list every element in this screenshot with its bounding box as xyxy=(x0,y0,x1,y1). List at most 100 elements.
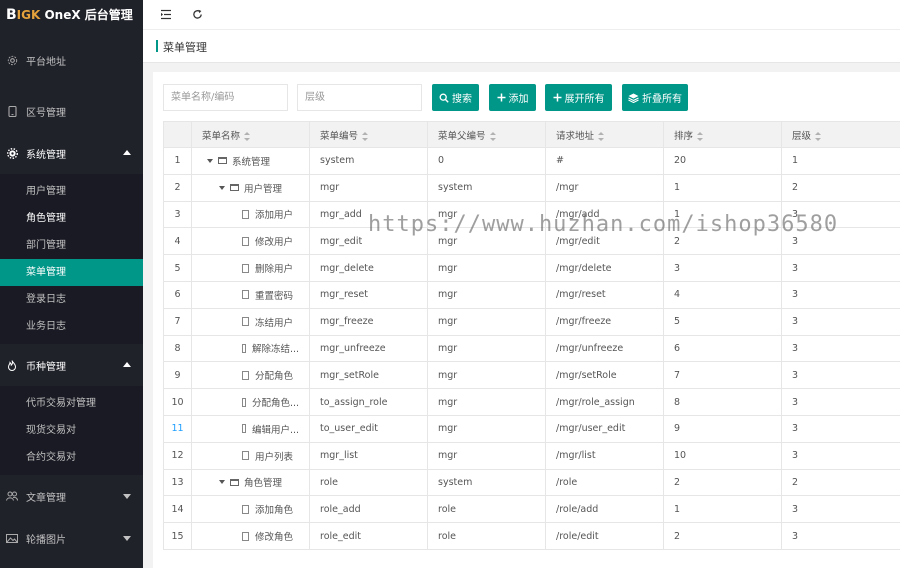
menu-name-cell: 添加用户 xyxy=(191,200,310,229)
sub-item-login-log[interactable]: 登录日志 xyxy=(0,286,143,313)
menu-name-cell: 冻结用户 xyxy=(191,307,310,336)
menu-name-input[interactable]: 菜单名称/编码 xyxy=(163,84,288,111)
header-menu-name[interactable]: 菜单名称 xyxy=(191,121,310,148)
nav-label: 系统管理 xyxy=(26,149,66,161)
row-index: 14 xyxy=(163,495,192,524)
sub-item-token-pair[interactable]: 代币交易对管理 xyxy=(0,390,143,417)
menu-name-cell: 用户管理 xyxy=(191,173,310,202)
sort-icon[interactable] xyxy=(815,131,822,141)
layers-icon xyxy=(628,93,639,103)
table-row[interactable]: 13 角色管理 role system/role 2 2 xyxy=(163,468,900,497)
sort-order: 8 xyxy=(663,388,782,416)
sub-item-user-management[interactable]: 用户管理 xyxy=(0,178,143,205)
menu-name: 角色管理 xyxy=(244,478,283,490)
sort-order: 2 xyxy=(663,227,782,256)
header-level[interactable]: 层级 xyxy=(781,121,900,148)
expand-all-button[interactable]: 展开所有 xyxy=(545,84,612,111)
sort-icon[interactable] xyxy=(362,131,369,141)
menu-code: mgr_freeze xyxy=(309,307,428,336)
nav-carousel-images[interactable]: 轮播图片 xyxy=(0,517,143,559)
menu-name: 系统管理 xyxy=(232,156,271,168)
menu-level: 3 xyxy=(781,227,900,256)
add-button[interactable]: 添加 xyxy=(489,84,536,111)
search-button[interactable]: 搜索 xyxy=(432,84,479,111)
table-row[interactable]: 2 用户管理 mgr system/mgr 1 2 xyxy=(163,173,900,202)
plus-icon xyxy=(497,93,506,102)
page-title: 菜单管理 xyxy=(163,41,207,54)
nav-platform-address[interactable]: 平台地址 xyxy=(0,30,143,90)
row-index: 11 xyxy=(163,414,192,443)
menu-code: mgr_list xyxy=(309,441,428,470)
header-label: 请求地址 xyxy=(556,130,595,142)
nav-article-management[interactable]: 文章管理 xyxy=(0,475,143,517)
menu-name: 添加用户 xyxy=(255,210,294,222)
parent-code: mgr xyxy=(427,280,546,309)
header-request-url[interactable]: 请求地址 xyxy=(545,121,664,148)
sort-order: 2 xyxy=(663,468,782,497)
menu-level: 2 xyxy=(781,468,900,497)
nav-area-code[interactable]: 区号管理 xyxy=(0,90,143,132)
menu-code: mgr_add xyxy=(309,200,428,229)
parent-code: mgr xyxy=(427,200,546,229)
nav-system-management[interactable]: 系统管理 xyxy=(0,132,143,174)
expand-arrow-icon[interactable] xyxy=(219,185,225,190)
level-input[interactable]: 层级 xyxy=(297,84,422,111)
sub-item-role-management[interactable]: 角色管理 xyxy=(0,205,143,232)
header-label: 菜单父编号 xyxy=(438,130,486,142)
table-row[interactable]: 14 添加角色 role_add role/role/add 1 3 xyxy=(163,495,900,524)
sort-icon[interactable] xyxy=(244,131,251,141)
nav-label: 平台地址 xyxy=(26,56,66,68)
table-row[interactable]: 8 解除冻结... mgr_unfreeze mgr/mgr/unfreeze 6 3 xyxy=(163,334,900,363)
request-url: /mgr/user_edit xyxy=(545,414,664,443)
table-row[interactable]: 5 删除用户 mgr_delete mgr/mgr/delete 3 3 xyxy=(163,254,900,282)
expand-arrow-icon[interactable] xyxy=(219,480,225,485)
file-icon xyxy=(242,263,249,273)
header-label: 菜单编号 xyxy=(320,130,359,142)
table-row[interactable]: 7 冻结用户 mgr_freeze mgr/mgr/freeze 5 3 xyxy=(163,307,900,336)
app-logo[interactable]: BIGK OneX 后台管理 xyxy=(0,0,143,30)
row-index: 2 xyxy=(163,173,192,202)
row-index: 5 xyxy=(163,254,192,282)
sub-item-business-log[interactable]: 业务日志 xyxy=(0,313,143,340)
sort-order: 10 xyxy=(663,441,782,470)
request-url: /mgr/setRole xyxy=(545,361,664,390)
row-index: 4 xyxy=(163,227,192,256)
expand-arrow-icon[interactable] xyxy=(207,158,213,163)
menu-name-cell: 角色管理 xyxy=(191,468,310,497)
table-row[interactable]: 11 编辑用户... to_user_edit mgr/mgr/user_edit 9 3 xyxy=(163,414,900,443)
table-row[interactable]: 15 修改角色 role_edit role/role/edit 2 3 xyxy=(163,522,900,550)
header-parent-code[interactable]: 菜单父编号 xyxy=(427,121,546,148)
table-row[interactable]: 6 重置密码 mgr_reset mgr/mgr/reset 4 3 xyxy=(163,280,900,309)
collapse-all-button[interactable]: 折叠所有 xyxy=(622,84,688,111)
menu-name: 删除用户 xyxy=(255,264,294,276)
parent-code: mgr xyxy=(427,441,546,470)
sub-item-contract-pair[interactable]: 合约交易对 xyxy=(0,444,143,471)
table-row[interactable]: 9 分配角色 mgr_setRole mgr/mgr/setRole 7 3 xyxy=(163,361,900,390)
menu-level: 3 xyxy=(781,334,900,363)
table-row[interactable]: 4 修改用户 mgr_edit mgr/mgr/edit 2 3 xyxy=(163,227,900,256)
menu-name: 冻结用户 xyxy=(255,317,294,329)
table-row[interactable]: 12 用户列表 mgr_list mgr/mgr/list 10 3 xyxy=(163,441,900,470)
nav-currency-management[interactable]: 币种管理 xyxy=(0,344,143,386)
request-url: /mgr xyxy=(545,173,664,202)
menu-level: 3 xyxy=(781,307,900,336)
sub-item-department-management[interactable]: 部门管理 xyxy=(0,232,143,259)
refresh-icon[interactable] xyxy=(190,7,204,21)
menu-level: 3 xyxy=(781,388,900,416)
table-row[interactable]: 1 系统管理 system 0 #20 1 xyxy=(163,147,900,175)
sub-item-menu-management[interactable]: 菜单管理 xyxy=(0,259,143,286)
collapse-all-label: 折叠所有 xyxy=(642,94,682,105)
table-row[interactable]: 3 添加用户 mgr_add mgr/mgr/add 1 3 xyxy=(163,200,900,229)
sort-icon[interactable] xyxy=(489,131,496,141)
sub-item-spot-pair[interactable]: 现货交易对 xyxy=(0,417,143,444)
sort-order: 20 xyxy=(663,147,782,175)
header-order[interactable]: 排序 xyxy=(663,121,782,148)
sort-icon[interactable] xyxy=(697,131,704,141)
table-row[interactable]: 10 分配角色... to_assign_role mgr/mgr/role_assi… xyxy=(163,388,900,416)
shrink-menu-icon[interactable] xyxy=(159,7,173,21)
menu-code: role xyxy=(309,468,428,497)
header-menu-code[interactable]: 菜单编号 xyxy=(309,121,428,148)
sort-icon[interactable] xyxy=(598,131,605,141)
search-button-label: 搜索 xyxy=(452,94,472,105)
table-header-row: 菜单名称 菜单编号 菜单父编号 请求地址 排序 层级 xyxy=(163,121,900,148)
